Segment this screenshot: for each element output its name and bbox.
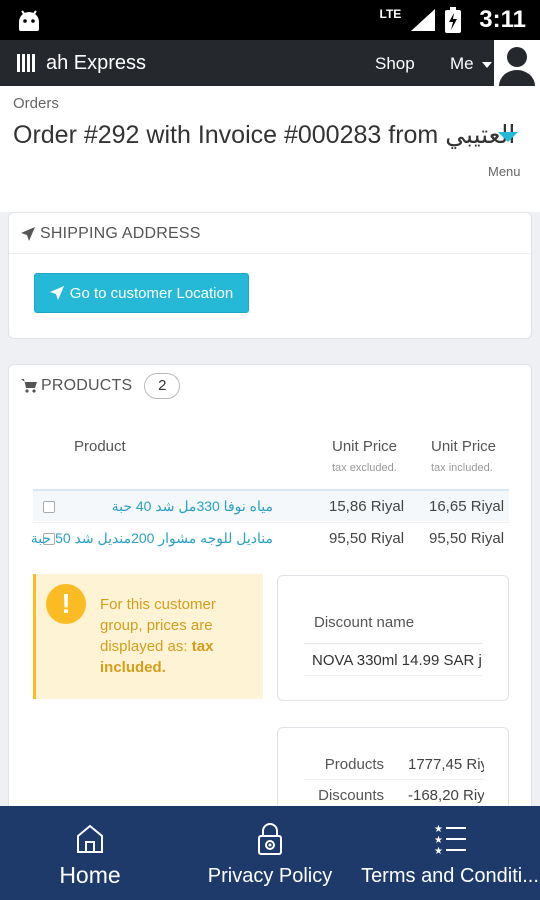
menu-label: Menu (488, 164, 521, 179)
bottom-nav-terms[interactable]: ★ ★ ★ Terms and Conditi... (360, 806, 540, 900)
menu-toggle[interactable]: Menu (480, 126, 534, 186)
shipping-heading-label: Shipping address (40, 225, 201, 242)
column-header-unit-price-ex: Unit Price (332, 438, 398, 455)
svg-text:★: ★ (434, 846, 443, 856)
column-subheader-tax-included: tax included. (431, 462, 493, 474)
shipping-address-panel: Shipping address Go to customer Location (8, 212, 532, 339)
shopping-cart-icon (21, 379, 37, 393)
column-header-product: Product (74, 438, 126, 455)
signal-icon (411, 9, 436, 31)
list-icon: ★ ★ ★ (434, 824, 466, 856)
bottom-nav-home[interactable]: Home (0, 806, 180, 900)
breadcrumb[interactable]: Orders (13, 95, 59, 112)
caret-down-icon (482, 61, 493, 68)
totals-label: Discounts (318, 787, 384, 804)
location-arrow-icon (49, 286, 64, 300)
android-icon (19, 10, 39, 31)
me-label: Me (450, 54, 474, 73)
shipping-address-heading: Shipping address (21, 223, 201, 245)
lock-icon (258, 823, 282, 855)
page-title: Order #292 with Invoice #000283 from مة … (13, 121, 523, 149)
unit-price-tax-included: 95,50 Riyal (429, 530, 505, 547)
unit-price-tax-included: 16,65 Riyal (429, 498, 505, 515)
go-to-customer-location-button[interactable]: Go to customer Location (34, 273, 249, 313)
bottom-nav-label: Privacy Policy (207, 865, 333, 887)
products-panel: Products 2 Product Unit Price tax exclud… (8, 364, 532, 847)
discount-box: Discount name NOVA 330ml 14.99 SAR j (277, 575, 509, 701)
totals-label: Products (324, 756, 384, 773)
tax-display-alert: ! For this customer group, prices are di… (33, 574, 263, 699)
user-silhouette-icon (499, 47, 535, 86)
page-header: Orders Order #292 with Invoice #000283 f… (0, 86, 540, 212)
unit-price-tax-excluded: 15,86 Riyal (329, 498, 405, 515)
totals-value: -168,20 Riy (408, 787, 484, 804)
table-row: مياه نوفا 330مل شد 40 حبة 15,86 Riyal 16… (33, 489, 509, 521)
totals-row-products: Products 1777,45 Riy (304, 750, 484, 780)
discount-name-header: Discount name (304, 614, 482, 644)
barcode-menu-icon (17, 54, 35, 72)
alert-text: For this customer group, prices are disp… (100, 594, 260, 678)
battery-icon (445, 7, 462, 33)
product-name-link[interactable]: مياه نوفا 330مل شد 40 حبة (33, 498, 273, 515)
button-label: Go to customer Location (69, 284, 234, 302)
column-header-unit-price-inc: Unit Price (431, 438, 497, 455)
sidebar-toggle[interactable] (10, 48, 42, 78)
totals-value: 1777,45 Riy (408, 756, 484, 773)
network-type: LTE (379, 7, 402, 21)
svg-text:★: ★ (434, 835, 443, 846)
location-arrow-icon (21, 227, 35, 241)
products-heading: Products 2 (21, 373, 181, 399)
status-bar: LTE 3:11 (0, 0, 540, 40)
avatar[interactable] (494, 40, 540, 86)
warning-icon: ! (46, 584, 86, 624)
svg-text:★: ★ (434, 824, 443, 835)
bottom-nav-label: Terms and Conditi... (361, 865, 539, 887)
unit-price-tax-excluded: 95,50 Riyal (329, 530, 405, 547)
me-dropdown[interactable]: Me (450, 54, 493, 74)
brand-name[interactable]: ah Express (46, 52, 146, 75)
shop-link[interactable]: Shop (375, 54, 415, 74)
discount-name-value: NOVA 330ml 14.99 SAR j (304, 646, 482, 676)
products-heading-label: Products (41, 377, 133, 394)
table-row: مناديل للوجه مشوار 200منديل شد 50 حبة 95… (31, 522, 509, 554)
bottom-nav-label: Home (59, 862, 121, 888)
divider (9, 253, 531, 254)
bottom-nav-privacy-policy[interactable]: Privacy Policy (180, 806, 360, 900)
products-count-badge: 2 (144, 373, 181, 399)
column-subheader-tax-excluded: tax excluded. (332, 462, 397, 474)
product-name-link[interactable]: مناديل للوجه مشوار 200منديل شد 50 حبة (31, 530, 273, 547)
clock: 3:11 (479, 6, 526, 33)
home-icon (77, 824, 103, 853)
top-navbar: ah Express Shop Me (0, 40, 540, 86)
bottom-navigation: Home Privacy Policy ★ ★ ★ Terms and Cond… (0, 806, 540, 900)
menu-caret-icon (498, 132, 518, 142)
